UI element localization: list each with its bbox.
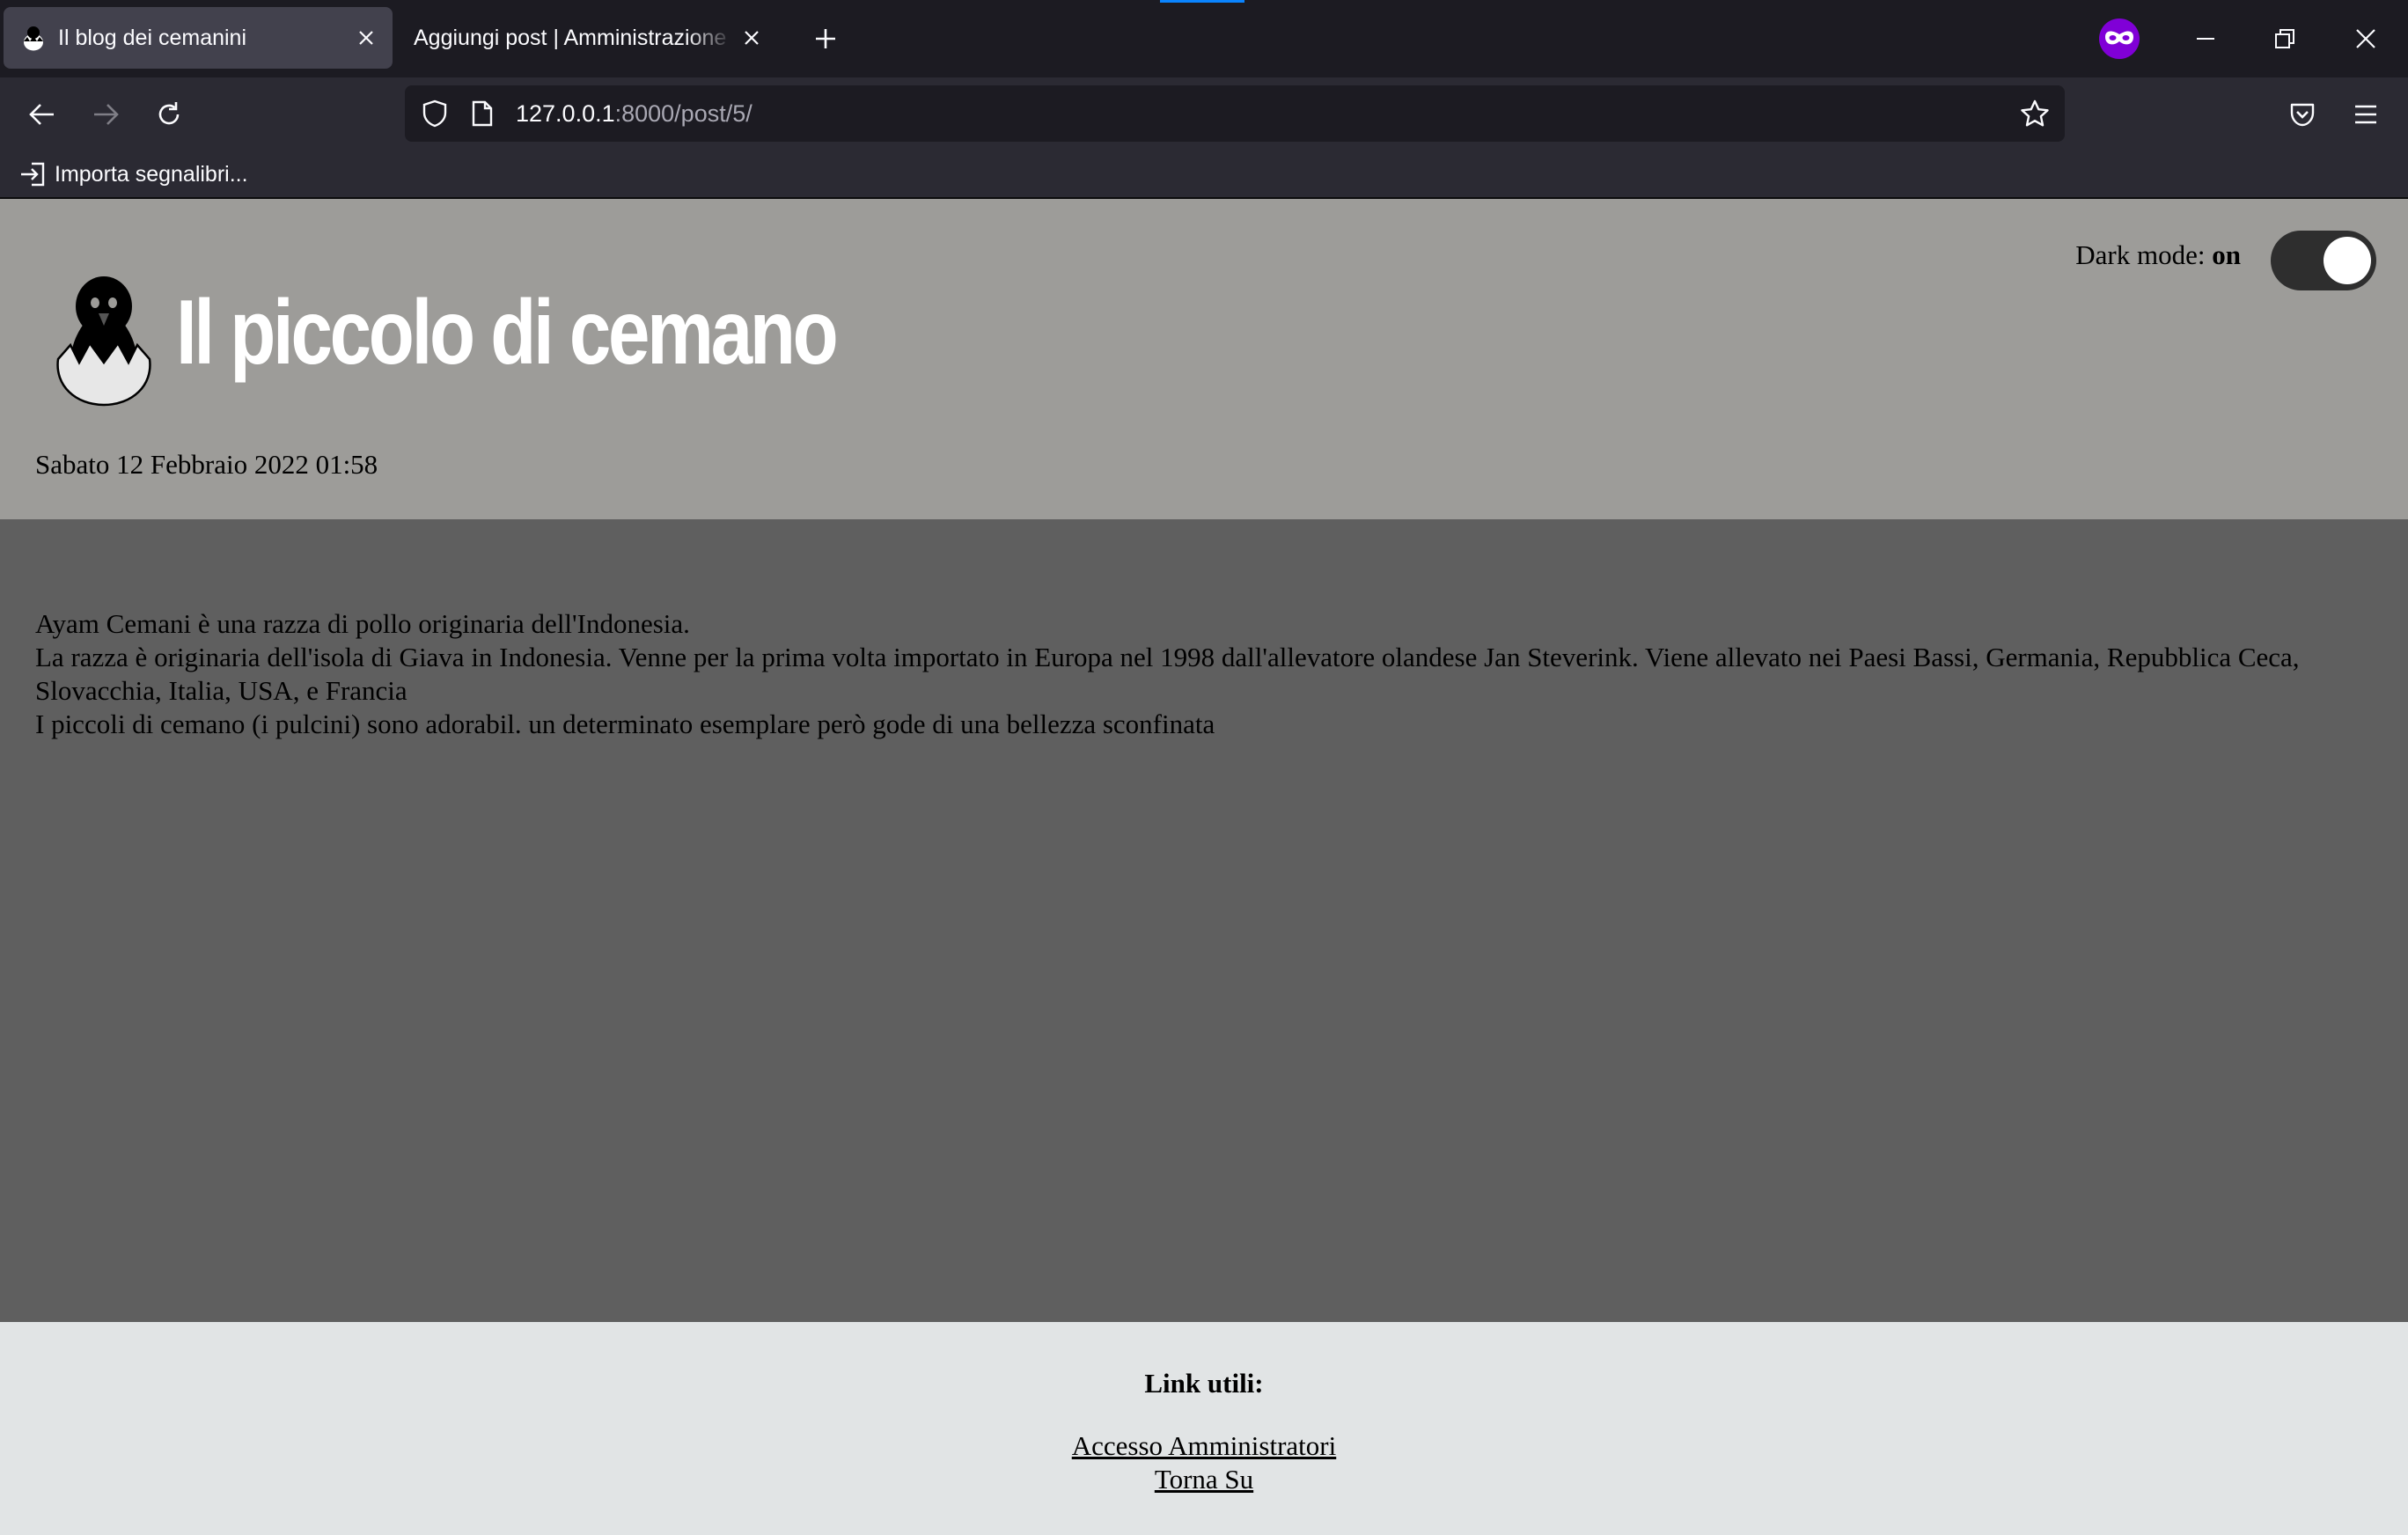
tab-title: Aggiungi post | Amministrazione sito Dja…	[414, 25, 734, 50]
tab-admin[interactable]: Aggiungi post | Amministrazione sito Dja…	[400, 7, 778, 69]
browser-chrome: Il blog dei cemanini Aggiungi post | Amm…	[0, 0, 2408, 199]
close-icon[interactable]	[349, 20, 384, 55]
dark-mode-text: Dark mode:	[2075, 239, 2206, 270]
tab-loading-indicator	[1160, 0, 1244, 3]
post-body: Ayam Cemani è una razza di pollo origina…	[35, 607, 2394, 741]
post-paragraph-2: La razza è originaria dell'isola di Giav…	[35, 642, 2300, 706]
bookmark-label: Importa segnalibri...	[55, 161, 248, 187]
restore-button[interactable]	[2264, 18, 2306, 60]
close-window-button[interactable]	[2345, 18, 2387, 60]
chick-in-egg-logo	[55, 269, 153, 407]
bookmarks-toolbar: Importa segnalibri...	[0, 151, 2408, 199]
shield-icon[interactable]	[417, 96, 452, 131]
minimize-button[interactable]	[2184, 18, 2227, 60]
footer-title: Link utili:	[1144, 1368, 1264, 1399]
site-footer: Link utili: Accesso Amministratori Torna…	[0, 1322, 2408, 1535]
site-title: Il piccolo di cemano	[176, 282, 839, 384]
url-text[interactable]: 127.0.0.1:8000/post/5/	[516, 85, 752, 142]
star-icon[interactable]	[2017, 96, 2052, 131]
plus-icon[interactable]	[808, 21, 843, 56]
post-paragraph-1: Ayam Cemani è una razza di pollo origina…	[35, 608, 690, 639]
dark-mode-toggle[interactable]	[2271, 231, 2376, 290]
dark-mode-state: on	[2212, 239, 2241, 270]
pocket-icon[interactable]	[2281, 93, 2324, 136]
post-content: Ayam Cemani è una razza di pollo origina…	[0, 519, 2408, 1322]
tab-title: Il blog dei cemanini	[58, 25, 247, 50]
navigation-toolbar: 127.0.0.1:8000/post/5/	[0, 77, 2408, 151]
toggle-knob	[2324, 237, 2371, 284]
url-bar[interactable]: 127.0.0.1:8000/post/5/	[405, 85, 2065, 142]
private-browsing-mask-icon	[2098, 18, 2140, 60]
post-date: Sabato 12 Febbraio 2022 01:58	[35, 449, 378, 480]
url-path: :8000/post/5/	[614, 100, 752, 127]
import-bookmarks-item[interactable]: Importa segnalibri...	[19, 155, 248, 194]
reload-icon[interactable]	[148, 93, 190, 136]
back-to-top-link[interactable]: Torna Su	[1155, 1463, 1253, 1496]
footer-links: Accesso Amministratori Torna Su	[0, 1429, 2408, 1496]
hamburger-menu-icon[interactable]	[2345, 93, 2387, 136]
import-icon	[21, 162, 45, 187]
dark-mode-label: Dark mode: on	[2075, 239, 2241, 271]
admin-access-link[interactable]: Accesso Amministratori	[1072, 1429, 1336, 1463]
close-icon[interactable]	[734, 20, 769, 55]
arrow-right-icon[interactable]	[84, 93, 127, 136]
site-header: Il piccolo di cemano Sabato 12 Febbraio …	[0, 199, 2408, 519]
chick-icon	[21, 25, 46, 51]
url-host: 127.0.0.1	[516, 100, 615, 127]
post-paragraph-3: I piccoli di cemano (i pulcini) sono ado…	[35, 709, 1215, 739]
page-icon[interactable]	[466, 96, 498, 131]
tab-blog[interactable]: Il blog dei cemanini	[4, 7, 393, 69]
tab-bar: Il blog dei cemanini Aggiungi post | Amm…	[0, 0, 2408, 77]
arrow-left-icon[interactable]	[21, 93, 63, 136]
